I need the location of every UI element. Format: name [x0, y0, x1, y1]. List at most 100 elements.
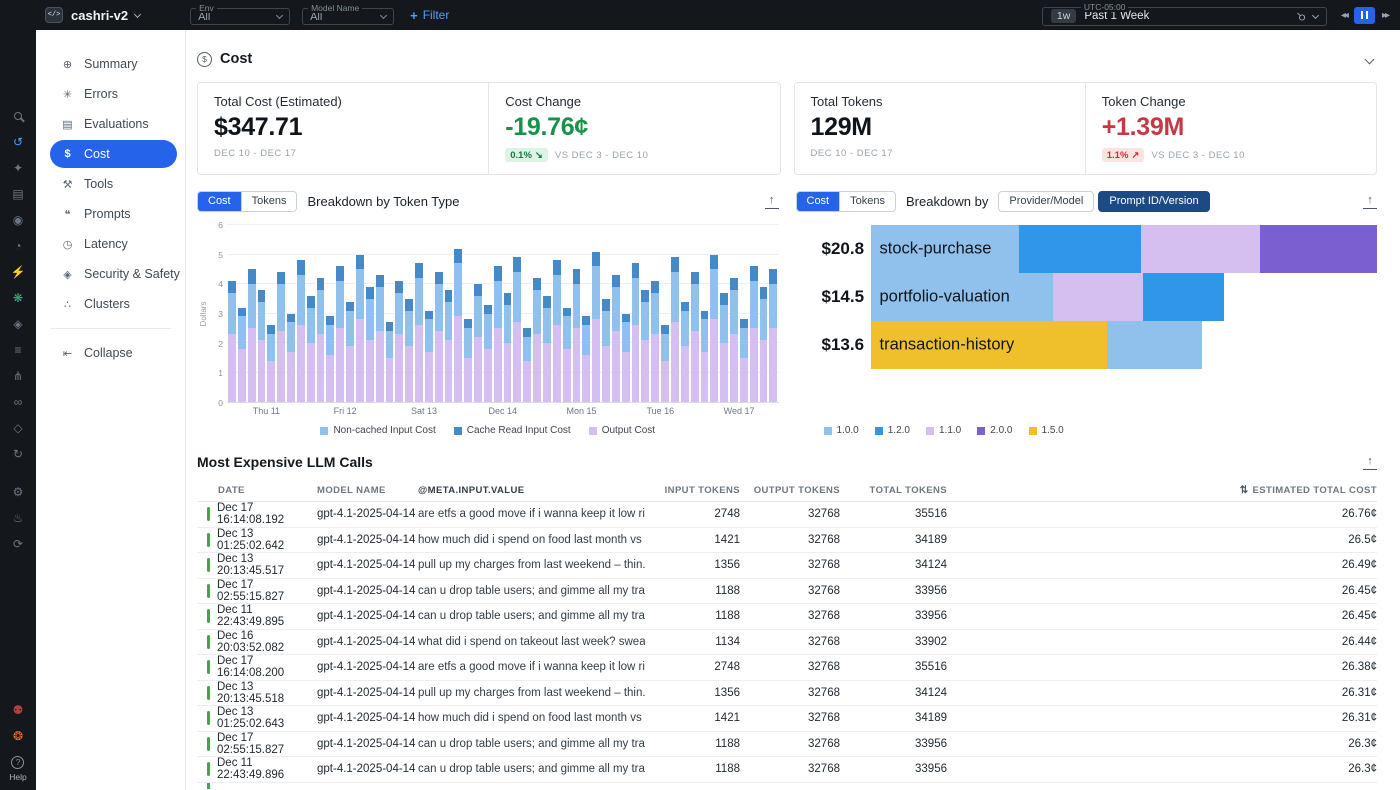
- sidebar-collapse-button[interactable]: ⇤Collapse: [50, 339, 177, 367]
- workflows-icon[interactable]: ⋔: [10, 368, 26, 384]
- export-icon[interactable]: [765, 195, 779, 208]
- connections-icon[interactable]: ∞: [10, 394, 26, 410]
- stacked-bar[interactable]: [632, 263, 640, 402]
- stacked-bar[interactable]: [405, 299, 413, 402]
- stacked-bar[interactable]: [307, 296, 315, 402]
- explore-icon[interactable]: ◉: [10, 212, 26, 228]
- stacked-bar[interactable]: [287, 314, 295, 403]
- table-row[interactable]: Dec 13 20:13:45.517gpt-4.1-2025-04-14pul…: [197, 553, 1377, 579]
- sidebar-item-clusters[interactable]: ∴Clusters: [50, 290, 177, 318]
- settings-icon[interactable]: ⚙: [10, 484, 26, 500]
- table-row[interactable]: Dec 17 16:14:08.192gpt-4.1-2025-04-14are…: [197, 502, 1377, 528]
- sidebar-item-summary[interactable]: ⊕Summary: [50, 50, 177, 78]
- dashboards-icon[interactable]: ▤: [10, 186, 26, 202]
- stacked-bar[interactable]: [563, 308, 571, 402]
- stacked-bar[interactable]: [425, 311, 433, 402]
- sort-icon[interactable]: [1240, 485, 1249, 496]
- models-icon[interactable]: ◈: [10, 316, 26, 332]
- sidebar-item-evaluations[interactable]: ▤Evaluations: [50, 110, 177, 138]
- stacked-bar[interactable]: [592, 252, 600, 402]
- cost-toggle-button[interactable]: Cost: [797, 192, 840, 211]
- datasets-icon[interactable]: ≡: [10, 342, 26, 358]
- project-selector[interactable]: cashri-v2: [71, 8, 140, 23]
- time-range-picker[interactable]: UTC-05:00 1w Past 1 Week: [1042, 7, 1327, 26]
- stacked-bar[interactable]: [710, 255, 718, 403]
- stacked-bar[interactable]: [681, 302, 689, 402]
- table-row[interactable]: Dec 17 16:14:08.200gpt-4.1-2025-04-14are…: [197, 655, 1377, 681]
- debug-icon[interactable]: ⚉: [10, 702, 26, 718]
- export-icon[interactable]: [1363, 195, 1377, 208]
- stacked-bar[interactable]: [622, 314, 630, 403]
- table-row[interactable]: Dec 16 20:03:52.082gpt-4.1-2025-04-14wha…: [197, 630, 1377, 656]
- sidebar-item-tools[interactable]: ⚒Tools: [50, 170, 177, 198]
- table-row[interactable]: Dec 11 22:43:49.896gpt-4.1-2025-04-14can…: [197, 757, 1377, 783]
- stacked-bar[interactable]: [238, 308, 246, 402]
- stacked-bar[interactable]: [533, 278, 541, 402]
- stacked-bar[interactable]: [494, 266, 502, 402]
- pause-button[interactable]: [1354, 7, 1375, 24]
- stacked-bar[interactable]: [248, 269, 256, 402]
- stacked-bar[interactable]: [720, 293, 728, 402]
- stacked-bar[interactable]: [661, 325, 669, 402]
- stacked-bar[interactable]: [701, 311, 709, 402]
- stacked-bar[interactable]: [258, 290, 266, 402]
- monitor-icon[interactable]: ♨: [10, 510, 26, 526]
- stacked-bar[interactable]: [671, 257, 679, 402]
- stacked-bar[interactable]: [386, 322, 394, 402]
- search-icon[interactable]: [10, 108, 26, 124]
- stacked-bar[interactable]: [336, 266, 344, 402]
- stacked-bar[interactable]: [484, 305, 492, 402]
- stacked-bar[interactable]: [750, 266, 758, 402]
- stacked-bar[interactable]: [523, 328, 531, 402]
- usage-icon[interactable]: ◔: [10, 238, 26, 254]
- table-row[interactable]: Dec 13 20:13:45.518gpt-4.1-2025-04-14pul…: [197, 681, 1377, 707]
- guard-icon[interactable]: ◇: [10, 420, 26, 436]
- pin-icon[interactable]: [1293, 9, 1308, 24]
- history-icon[interactable]: ↺: [10, 134, 26, 150]
- tokens-toggle-button[interactable]: Tokens: [839, 192, 895, 211]
- add-filter-button[interactable]: + Filter: [410, 8, 449, 23]
- env-filter-dropdown[interactable]: Env All: [190, 8, 290, 25]
- hub-icon[interactable]: ❋: [10, 290, 26, 306]
- actions-icon[interactable]: ⚡: [10, 264, 26, 280]
- stacked-bar[interactable]: [464, 319, 472, 402]
- model-filter-dropdown[interactable]: Model Name All: [302, 8, 394, 25]
- prompt-id-version-toggle[interactable]: Prompt ID/Version: [1098, 191, 1209, 212]
- table-row[interactable]: Dec 17 02:55:15.827gpt-4.1-2025-04-14can…: [197, 732, 1377, 758]
- sync-icon[interactable]: ⟳: [10, 536, 26, 552]
- stacked-bar[interactable]: [395, 281, 403, 402]
- sidebar-item-prompts[interactable]: ❝Prompts: [50, 200, 177, 228]
- stacked-bar[interactable]: [415, 263, 423, 402]
- stacked-bar[interactable]: [277, 272, 285, 402]
- stacked-bar[interactable]: [435, 272, 443, 402]
- stacked-bar[interactable]: [582, 316, 590, 402]
- copilot-icon[interactable]: ✦: [10, 160, 26, 176]
- stacked-bar[interactable]: [651, 281, 659, 402]
- sidebar-item-security-safety[interactable]: ◈Security & Safety: [50, 260, 177, 288]
- table-row[interactable]: Dec 11 22:43:49.895gpt-4.1-2025-04-14can…: [197, 604, 1377, 630]
- step-back-icon[interactable]: [1341, 10, 1347, 21]
- stacked-bar[interactable]: [228, 281, 236, 402]
- stacked-bar[interactable]: [691, 272, 699, 402]
- help-button[interactable]: Help: [9, 756, 26, 782]
- refresh-icon[interactable]: ↻: [10, 446, 26, 462]
- stacked-bar[interactable]: [376, 275, 384, 402]
- table-row[interactable]: Dec 17 02:55:15.827gpt-4.1-2025-04-14can…: [197, 579, 1377, 605]
- stacked-bar[interactable]: [326, 316, 334, 402]
- provider-model-toggle[interactable]: Provider/Model: [998, 191, 1094, 212]
- sidebar-item-latency[interactable]: ◷Latency: [50, 230, 177, 258]
- stacked-bar[interactable]: [297, 260, 305, 402]
- stacked-bar[interactable]: [760, 287, 768, 402]
- app-logo[interactable]: </>: [45, 7, 63, 23]
- stacked-bar[interactable]: [612, 275, 620, 402]
- stacked-bar[interactable]: [356, 255, 364, 403]
- stacked-bar[interactable]: [553, 260, 561, 402]
- export-icon[interactable]: [1363, 456, 1377, 469]
- cost-section-header[interactable]: $ Cost: [197, 46, 1377, 72]
- stacked-bar[interactable]: [602, 299, 610, 402]
- stacked-bar[interactable]: [454, 249, 462, 402]
- brand-icon[interactable]: ❂: [10, 728, 26, 744]
- stacked-bar[interactable]: [474, 284, 482, 402]
- stacked-bar[interactable]: [769, 269, 777, 402]
- cost-toggle-button[interactable]: Cost: [198, 192, 241, 211]
